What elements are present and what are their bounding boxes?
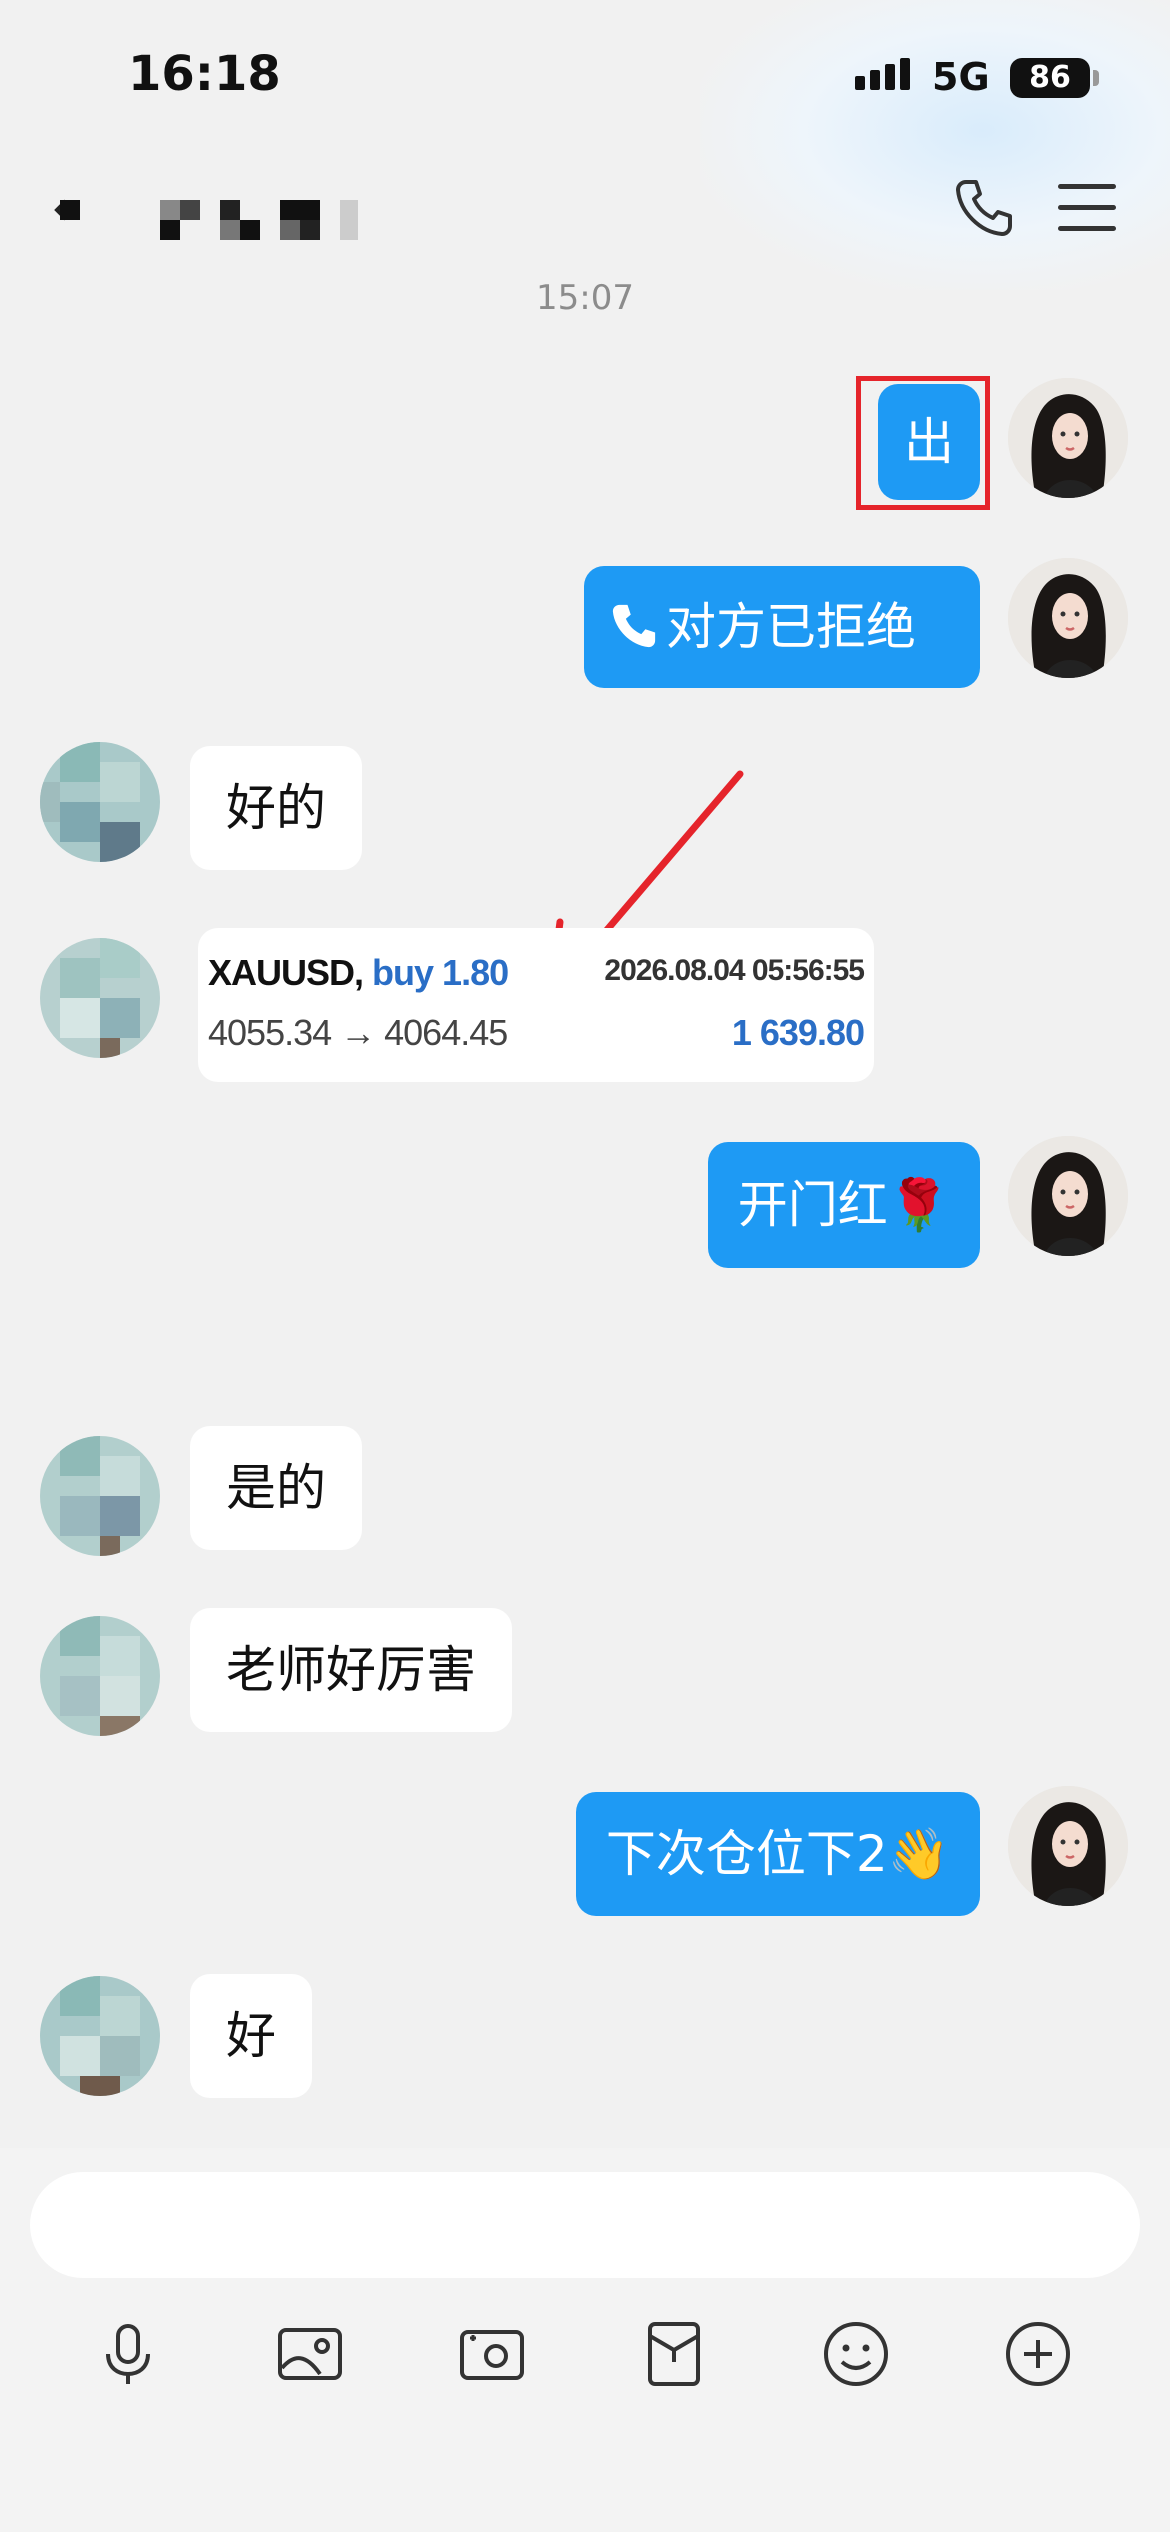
network-label: 5G bbox=[932, 55, 990, 99]
call-declined-bubble[interactable]: 对方已拒绝 bbox=[584, 566, 980, 688]
trade-prices: 4055.34 → 4064.45 bbox=[208, 1012, 508, 1053]
trade-side: buy 1.80 bbox=[372, 952, 509, 993]
status-time: 16:18 bbox=[128, 46, 281, 102]
message-bubble-outgoing[interactable]: 开门红🌹 bbox=[707, 1142, 980, 1268]
red-packet-icon[interactable] bbox=[638, 2318, 710, 2390]
trade-datetime: 2026.08.04 05:56:55 bbox=[604, 954, 865, 987]
my-avatar[interactable] bbox=[1008, 378, 1128, 498]
contact-avatar[interactable] bbox=[40, 1976, 160, 2096]
message-bubble-incoming[interactable]: 好的 bbox=[190, 746, 362, 870]
emoji-icon[interactable] bbox=[820, 2318, 892, 2390]
message-bubble-incoming[interactable]: 是的 bbox=[190, 1426, 362, 1550]
my-avatar[interactable] bbox=[1008, 1136, 1128, 1256]
trade-symbol-line: XAUUSD, buy 1.80 bbox=[208, 952, 509, 994]
chat-timestamp: 15:07 bbox=[536, 278, 634, 318]
image-icon[interactable] bbox=[274, 2318, 346, 2390]
my-avatar[interactable] bbox=[1008, 1786, 1128, 1906]
my-avatar[interactable] bbox=[1008, 558, 1128, 678]
contact-avatar[interactable] bbox=[40, 1436, 160, 1556]
plus-icon[interactable] bbox=[1002, 2318, 1074, 2390]
trade-symbol: XAUUSD, bbox=[208, 952, 364, 993]
battery-tip bbox=[1093, 70, 1099, 86]
message-input[interactable] bbox=[30, 2172, 1140, 2278]
trade-profit: 1 639.80 bbox=[731, 1012, 865, 1053]
contact-avatar[interactable] bbox=[40, 1616, 160, 1736]
battery-icon: 86 bbox=[1010, 58, 1090, 98]
message-bubble-incoming[interactable]: 老师好厉害 bbox=[190, 1608, 512, 1732]
phone-call-icon[interactable] bbox=[952, 176, 1016, 240]
contact-avatar[interactable] bbox=[40, 742, 160, 862]
menu-icon[interactable] bbox=[1058, 184, 1116, 234]
annotation-highlight-box bbox=[856, 376, 990, 510]
battery-level: 86 bbox=[1029, 60, 1071, 95]
camera-icon[interactable] bbox=[456, 2318, 528, 2390]
trade-result-card[interactable]: XAUUSD, buy 1.80 2026.08.04 05:56:55 405… bbox=[198, 928, 874, 1082]
chat-header bbox=[0, 150, 1170, 270]
phone-icon bbox=[612, 604, 656, 648]
call-status-text: 对方已拒绝 bbox=[666, 598, 916, 656]
signal-icon bbox=[855, 58, 915, 90]
message-bubble-outgoing[interactable]: 下次仓位下2👋 bbox=[575, 1792, 980, 1916]
microphone-icon[interactable] bbox=[92, 2318, 164, 2390]
contact-avatar[interactable] bbox=[40, 938, 160, 1058]
message-bubble-incoming[interactable]: 好 bbox=[190, 1974, 312, 2098]
status-bar: 16:18 5G 86 bbox=[0, 0, 1170, 150]
